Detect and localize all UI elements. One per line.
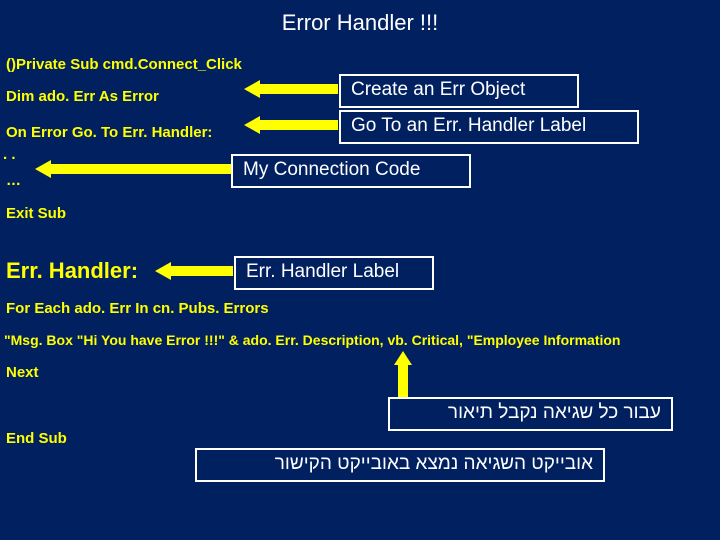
- callout-create-err: Create an Err Object: [339, 74, 579, 108]
- callout-desc-he: עבור כל שגיאה נקבל תיאור: [388, 397, 673, 431]
- slide-title: Error Handler !!!: [0, 0, 720, 36]
- code-errhandler-label: Err. Handler:: [6, 258, 138, 284]
- code-dim: Dim ado. Err As Error: [6, 88, 159, 105]
- code-sub-decl: ()Private Sub cmd.Connect_Click: [6, 56, 242, 73]
- code-endsub: End Sub: [6, 430, 67, 447]
- code-exit: Exit Sub: [6, 205, 66, 222]
- code-foreach: For Each ado. Err In cn. Pubs. Errors: [6, 300, 269, 317]
- code-dots2: …: [6, 172, 21, 189]
- callout-obj-he: אובייקט השגיאה נמצא באובייקט הקישור: [195, 448, 605, 482]
- code-onerror: On Error Go. To Err. Handler:: [6, 124, 212, 141]
- callout-myconn: My Connection Code: [231, 154, 471, 188]
- callout-goto: Go To an Err. Handler Label: [339, 110, 639, 144]
- callout-errlabel: Err. Handler Label: [234, 256, 434, 290]
- code-dots1: . .: [3, 146, 16, 163]
- code-msgbox: "Msg. Box "Hi You have Error !!!" & ado.…: [4, 332, 620, 348]
- code-next: Next: [6, 364, 39, 381]
